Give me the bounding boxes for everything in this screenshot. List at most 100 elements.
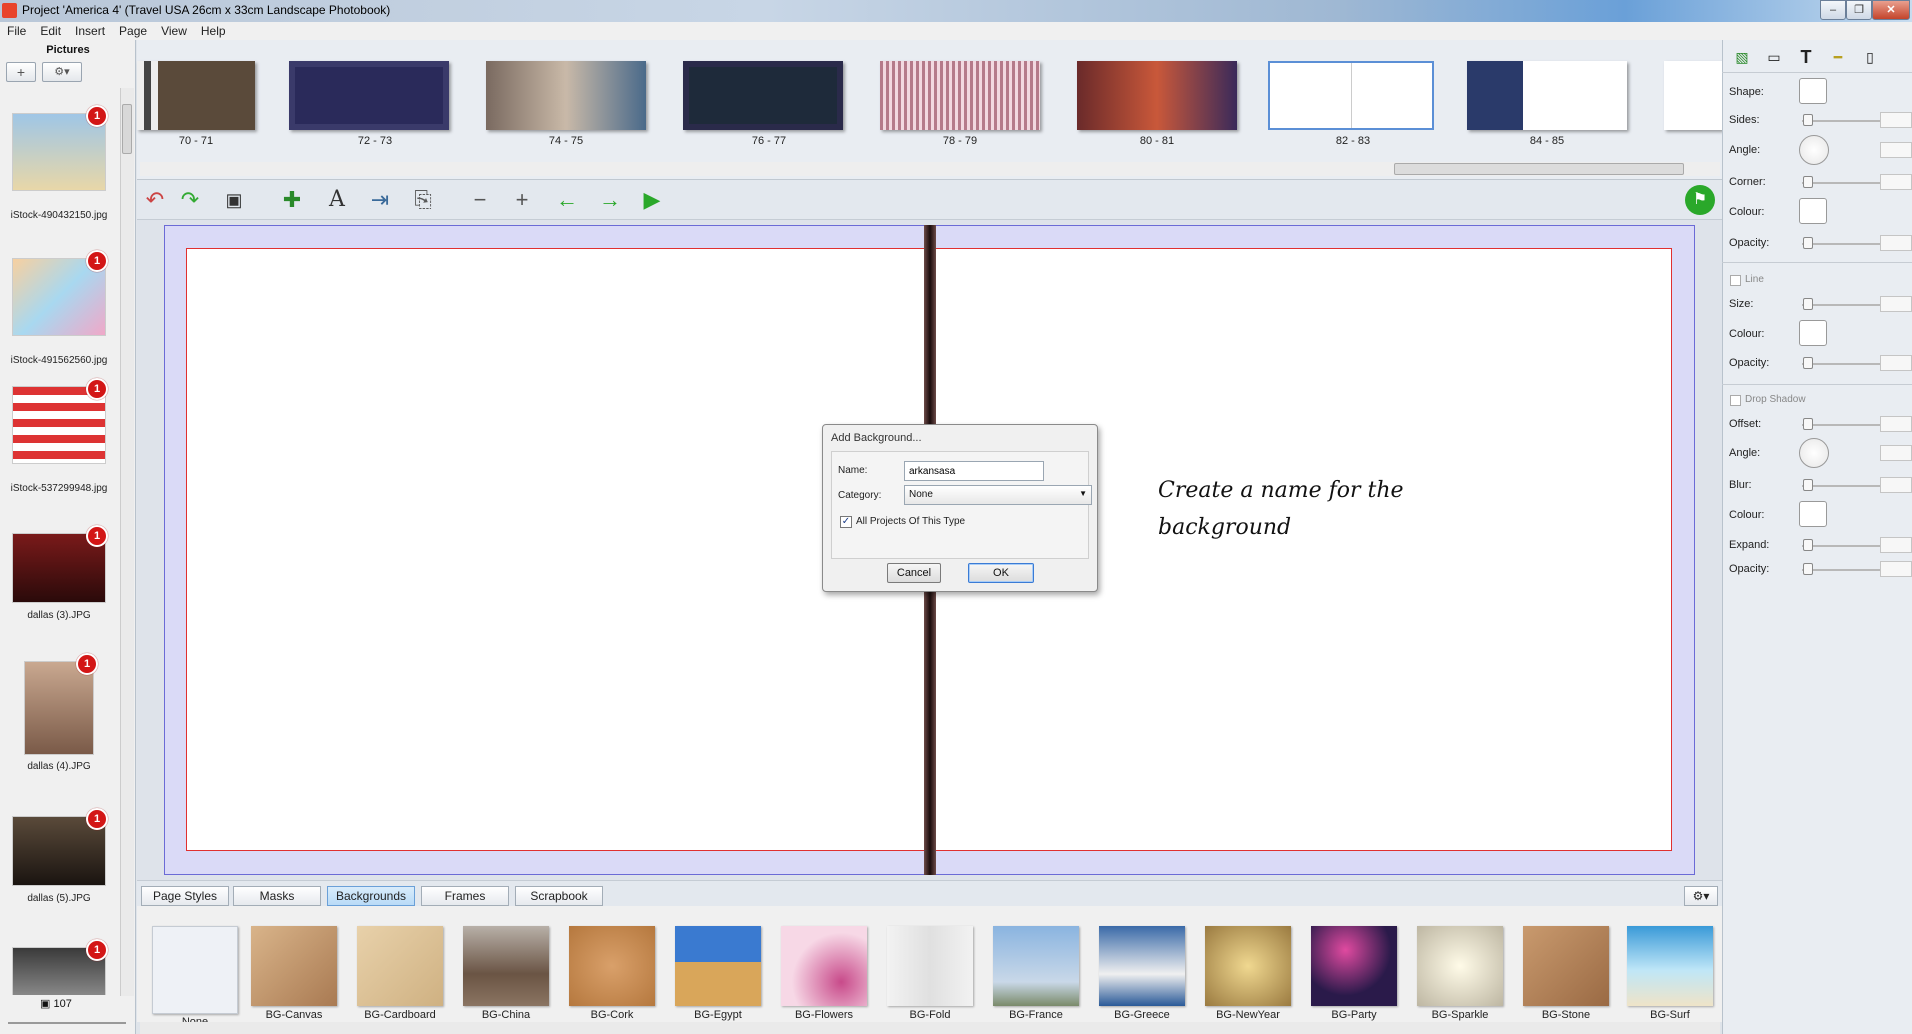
next-page-icon[interactable]: → xyxy=(595,186,625,214)
menu-help[interactable]: Help xyxy=(194,22,233,40)
spread-thumbnail[interactable]: 84 - 85 xyxy=(1467,61,1627,147)
tab-frames[interactable]: Frames xyxy=(421,886,509,906)
colour-swatch[interactable] xyxy=(1799,198,1827,224)
slider-knob[interactable] xyxy=(1803,237,1813,249)
shape-tab-icon[interactable]: ▧ xyxy=(1729,46,1755,68)
sides-value[interactable] xyxy=(1880,112,1912,128)
add-text-icon[interactable]: A xyxy=(322,186,352,214)
background-item[interactable]: BG-China xyxy=(463,926,549,1021)
page-tab-icon[interactable]: ▯ xyxy=(1857,46,1883,68)
undo-icon[interactable]: ↶ xyxy=(140,186,170,214)
background-item[interactable]: BG-Canvas xyxy=(251,926,337,1021)
slider-knob[interactable] xyxy=(1803,357,1813,369)
shadow-colour-swatch[interactable] xyxy=(1799,501,1827,527)
background-item[interactable]: BG-Cork xyxy=(569,926,655,1021)
thumbnail-size-slider[interactable] xyxy=(8,1022,126,1024)
add-picture-icon[interactable]: ✚ xyxy=(277,186,307,214)
spread-thumbnail[interactable]: 74 - 75 xyxy=(486,61,646,147)
line-colour-swatch[interactable] xyxy=(1799,320,1827,346)
slider-knob[interactable] xyxy=(1803,539,1813,551)
tab-scrapbook[interactable]: Scrapbook xyxy=(515,886,603,906)
redo-icon[interactable]: ↷ xyxy=(175,186,205,214)
spread-thumbnail[interactable]: 78 - 79 xyxy=(880,61,1040,147)
shape-label: Shape: xyxy=(1729,86,1764,98)
spread-thumbnail[interactable]: 76 - 77 xyxy=(683,61,843,147)
cart-icon[interactable]: ⚑ xyxy=(1685,185,1715,215)
share-icon[interactable]: ⎘ xyxy=(408,186,438,214)
menu-file[interactable]: File xyxy=(0,22,33,40)
offset-value[interactable] xyxy=(1880,416,1912,432)
background-item[interactable]: BG-NewYear xyxy=(1205,926,1291,1021)
shadow-opacity-value[interactable] xyxy=(1880,561,1912,577)
pictures-settings-button[interactable]: ⚙▾ xyxy=(42,62,82,82)
pictures-scrollbar[interactable] xyxy=(120,88,134,996)
menu-insert[interactable]: Insert xyxy=(68,22,112,40)
spread-thumbnail[interactable]: 72 - 73 xyxy=(289,61,449,147)
add-picture-button[interactable]: + xyxy=(6,62,36,82)
spread-label: 70 - 71 xyxy=(178,135,214,147)
cancel-button[interactable]: Cancel xyxy=(887,563,941,583)
export-icon[interactable]: ⇥ xyxy=(365,186,395,214)
blur-value[interactable] xyxy=(1880,477,1912,493)
scrollbar-thumb[interactable] xyxy=(122,104,132,154)
close-button[interactable]: ✕ xyxy=(1872,0,1910,20)
background-item[interactable]: BG-Cardboard xyxy=(357,926,443,1021)
text-tab-icon[interactable]: T xyxy=(1793,46,1819,68)
shadow-angle-value[interactable] xyxy=(1880,445,1912,461)
all-projects-checkbox[interactable]: ✓ xyxy=(840,516,852,528)
tab-masks[interactable]: Masks xyxy=(233,886,321,906)
menu-view[interactable]: View xyxy=(154,22,194,40)
angle-value[interactable] xyxy=(1880,142,1912,158)
library-scrollbar[interactable] xyxy=(140,1022,1720,1034)
slider-knob[interactable] xyxy=(1803,563,1813,575)
background-item[interactable]: BG-Party xyxy=(1311,926,1397,1021)
spread-thumbnail[interactable]: 80 - 81 xyxy=(1077,61,1237,147)
shape-picker[interactable] xyxy=(1799,78,1827,104)
background-item[interactable]: BG-Fold xyxy=(887,926,973,1021)
background-item[interactable]: BG-Surf xyxy=(1627,926,1713,1021)
corner-value[interactable] xyxy=(1880,174,1912,190)
slider-knob[interactable] xyxy=(1803,418,1813,430)
background-item[interactable]: BG-Flowers xyxy=(781,926,867,1021)
background-item[interactable]: BG-Sparkle xyxy=(1417,926,1503,1021)
line-opacity-value[interactable] xyxy=(1880,355,1912,371)
menu-edit[interactable]: Edit xyxy=(33,22,68,40)
background-item[interactable]: BG-Stone xyxy=(1523,926,1609,1021)
frame-tab-icon[interactable]: ▭ xyxy=(1761,46,1787,68)
angle-dial[interactable] xyxy=(1799,135,1829,165)
scrollbar-thumb[interactable] xyxy=(1394,163,1684,175)
ruler-tab-icon[interactable]: ━ xyxy=(1825,46,1851,68)
slider-knob[interactable] xyxy=(1803,479,1813,491)
restore-button[interactable]: ❐ xyxy=(1846,0,1872,20)
category-select[interactable]: None ▼ xyxy=(904,485,1092,505)
drop-shadow-checkbox[interactable] xyxy=(1730,395,1741,406)
opacity-value[interactable] xyxy=(1880,235,1912,251)
zoom-in-icon[interactable]: + xyxy=(507,186,537,214)
slider-knob[interactable] xyxy=(1803,114,1813,126)
spread-thumbnail[interactable]: 82 - 83 xyxy=(1268,61,1434,147)
tab-backgrounds[interactable]: Backgrounds xyxy=(327,886,415,906)
background-item[interactable]: None xyxy=(152,926,238,1028)
menu-page[interactable]: Page xyxy=(112,22,154,40)
library-settings-button[interactable]: ⚙▾ xyxy=(1684,886,1718,906)
minimize-button[interactable]: – xyxy=(1820,0,1846,20)
background-item[interactable]: BG-Greece xyxy=(1099,926,1185,1021)
expand-value[interactable] xyxy=(1880,537,1912,553)
line-checkbox[interactable] xyxy=(1730,275,1741,286)
shadow-angle-dial[interactable] xyxy=(1799,438,1829,468)
slider-knob[interactable] xyxy=(1803,298,1813,310)
offset-label: Offset: xyxy=(1729,418,1762,430)
size-value[interactable] xyxy=(1880,296,1912,312)
background-item[interactable]: BG-France xyxy=(993,926,1079,1021)
previous-page-icon[interactable]: ← xyxy=(552,186,582,214)
spread-thumbnail[interactable]: 70 - 71 xyxy=(137,61,255,147)
play-icon[interactable]: ▶ xyxy=(637,186,667,214)
zoom-out-icon[interactable]: − xyxy=(465,186,495,214)
ok-button[interactable]: OK xyxy=(968,563,1034,583)
tab-page-styles[interactable]: Page Styles xyxy=(141,886,229,906)
spread-thumbnail[interactable] xyxy=(1664,61,1722,130)
save-icon[interactable]: ▣ xyxy=(219,186,249,214)
slider-knob[interactable] xyxy=(1803,176,1813,188)
background-item[interactable]: BG-Egypt xyxy=(675,926,761,1021)
name-input[interactable] xyxy=(904,461,1044,481)
